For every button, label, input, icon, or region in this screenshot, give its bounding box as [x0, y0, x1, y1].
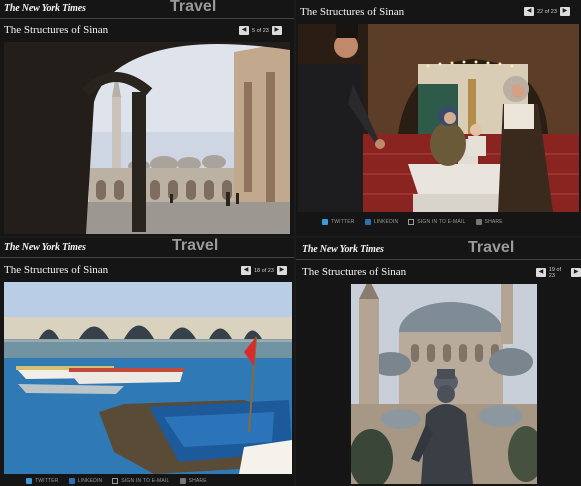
share-icon	[179, 478, 186, 484]
slide-nav: ◀ 5 of 23 ▶	[239, 25, 282, 36]
slide-photo	[298, 24, 579, 212]
header-divider	[0, 18, 294, 19]
linkedin-icon	[364, 219, 371, 225]
slideshow-title: The Structures of Sinan	[4, 24, 109, 36]
email-link[interactable]: SIGN IN TO E-MAIL	[112, 478, 169, 484]
next-arrow-icon[interactable]: ▶	[559, 7, 570, 16]
twitter-icon	[322, 219, 328, 225]
email-icon	[408, 219, 415, 225]
linkedin-link[interactable]: LINKEDIN	[364, 219, 399, 225]
linkedin-link[interactable]: LINKEDIN	[68, 478, 103, 484]
next-arrow-icon[interactable]: ▶	[276, 266, 287, 275]
slide-counter: 5 of 23	[252, 27, 269, 34]
slideshow-panel-4: The New York Times Travel The Structures…	[296, 238, 581, 486]
share-link[interactable]: SHARE	[475, 219, 503, 225]
next-arrow-icon[interactable]: ▶	[571, 268, 581, 277]
next-arrow-icon[interactable]: ▶	[271, 26, 282, 35]
slide-counter: 22 of 23	[537, 8, 557, 15]
header-divider	[296, 259, 581, 260]
slideshow-title: The Structures of Sinan	[300, 6, 405, 18]
section-title[interactable]: Travel	[170, 0, 216, 16]
prev-arrow-icon[interactable]: ◀	[536, 268, 546, 277]
slide-photo	[351, 284, 537, 484]
prev-arrow-icon[interactable]: ◀	[241, 266, 251, 275]
share-bar: TWITTER LINKEDIN SIGN IN TO E-MAIL SHARE	[26, 478, 207, 484]
prev-arrow-icon[interactable]: ◀	[524, 7, 534, 16]
share-icon	[475, 219, 482, 225]
slide-counter: 18 of 23	[254, 267, 274, 274]
slideshow-title: The Structures of Sinan	[302, 266, 407, 278]
twitter-icon	[26, 478, 32, 484]
twitter-link[interactable]: TWITTER	[26, 478, 59, 484]
slide-nav: ◀ 22 of 23 ▶	[524, 6, 570, 17]
slide-photo	[4, 42, 290, 234]
slide-nav: ◀ 19 of 23 ▶	[536, 266, 581, 279]
twitter-link[interactable]: TWITTER	[322, 219, 355, 225]
nyt-logo[interactable]: The New York Times	[302, 244, 384, 255]
linkedin-icon	[68, 478, 75, 484]
email-icon	[112, 478, 119, 484]
email-link[interactable]: SIGN IN TO E-MAIL	[408, 219, 465, 225]
slideshow-panel-2: The Structures of Sinan ◀ 22 of 23 ▶ TWI…	[296, 0, 581, 236]
share-link[interactable]: SHARE	[179, 478, 207, 484]
slide-counter: 19 of 23	[548, 266, 562, 279]
nyt-logo[interactable]: The New York Times	[4, 242, 86, 253]
slide-nav: ◀ 18 of 23 ▶	[241, 265, 287, 276]
section-title[interactable]: Travel	[172, 238, 218, 255]
slideshow-panel-1: The New York Times Travel The Structures…	[0, 0, 294, 236]
prev-arrow-icon[interactable]: ◀	[239, 26, 249, 35]
slide-photo	[4, 282, 292, 474]
section-title[interactable]: Travel	[468, 239, 514, 257]
nyt-logo[interactable]: The New York Times	[4, 3, 86, 14]
slideshow-title: The Structures of Sinan	[4, 264, 109, 276]
share-bar: TWITTER LINKEDIN SIGN IN TO E-MAIL SHARE	[322, 219, 503, 225]
header-divider	[0, 257, 294, 258]
slideshow-panel-3: The New York Times Travel The Structures…	[0, 238, 294, 486]
